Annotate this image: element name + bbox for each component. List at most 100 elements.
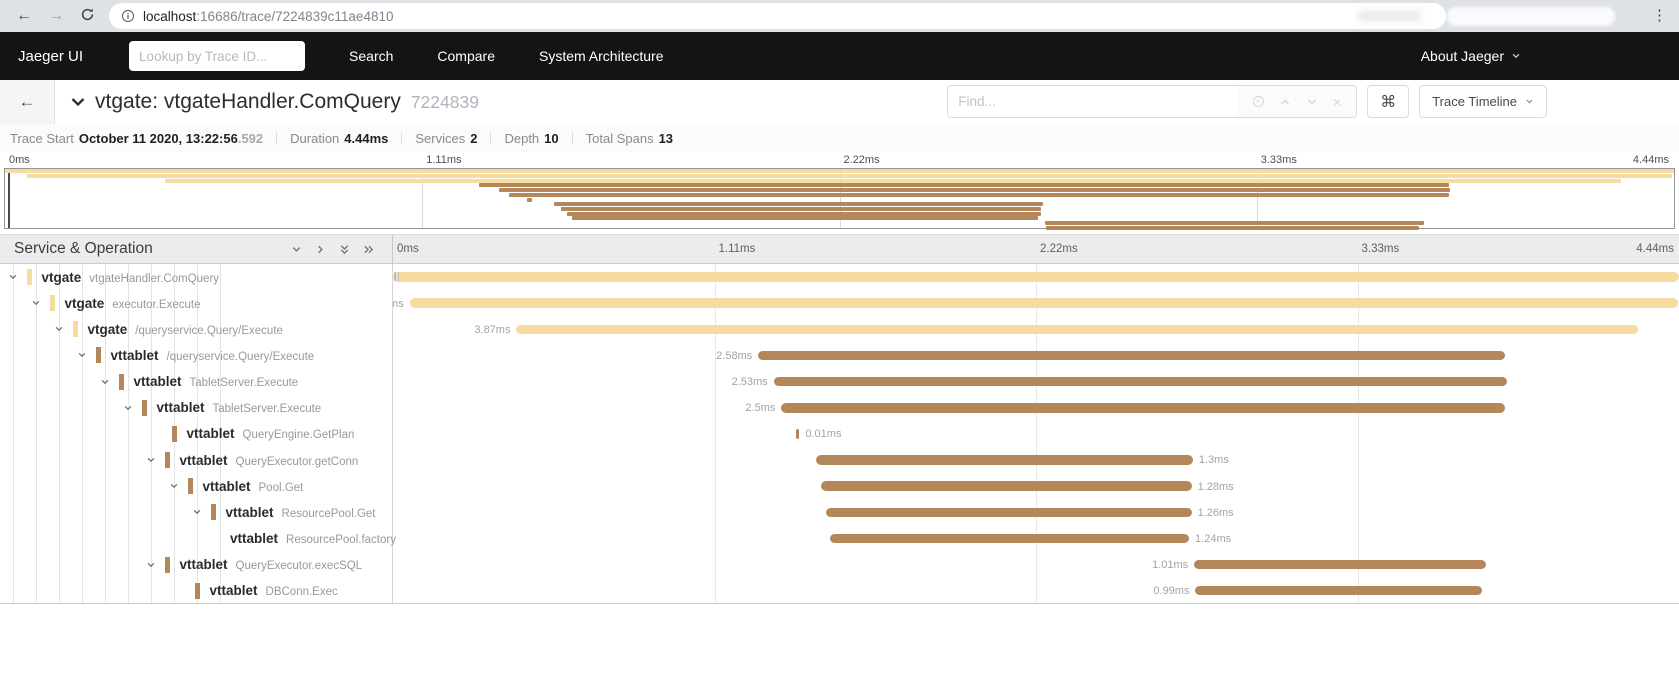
collapse-trace-chevron-icon[interactable] bbox=[70, 96, 86, 108]
about-jaeger-menu[interactable]: About Jaeger bbox=[1421, 48, 1521, 64]
span-tree-row[interactable]: vtgateexecutor.Execute bbox=[0, 290, 392, 316]
span-bar-row[interactable]: 0.01ms bbox=[393, 421, 1679, 447]
minimap-span-row bbox=[5, 225, 1674, 230]
summary-divider bbox=[276, 132, 277, 145]
span-duration-bar[interactable] bbox=[1195, 586, 1482, 596]
find-nav-icons: × bbox=[1238, 86, 1356, 117]
trace-view-selector[interactable]: Trace Timeline bbox=[1419, 85, 1547, 118]
browser-reload-icon[interactable] bbox=[80, 7, 95, 26]
span-duration-bar[interactable] bbox=[816, 455, 1193, 465]
browser-forward-icon[interactable]: → bbox=[48, 8, 64, 24]
span-duration-bar[interactable] bbox=[393, 272, 1679, 282]
nav-link-system-architecture[interactable]: System Architecture bbox=[539, 48, 664, 64]
span-tree-row[interactable]: vttabletQueryExecutor.execSQL bbox=[0, 552, 392, 578]
span-operation-name: QueryExecutor.getConn bbox=[236, 456, 359, 468]
span-service-name: vttabletQueryExecutor.getConn bbox=[180, 453, 359, 468]
span-operation-name: QueryEngine.GetPlan bbox=[243, 429, 355, 441]
chevron-down-icon[interactable] bbox=[144, 560, 158, 570]
browser-back-icon[interactable]: ← bbox=[16, 8, 32, 24]
span-duration-bar[interactable] bbox=[826, 508, 1191, 518]
summary-value: 13 bbox=[659, 131, 673, 146]
span-operation-name: QueryExecutor.execSQL bbox=[236, 560, 363, 572]
span-duration-bar[interactable] bbox=[821, 481, 1191, 491]
chevron-down-icon[interactable] bbox=[121, 403, 135, 413]
address-bar[interactable]: localhost:16686/trace/7224839c11ae4810 bbox=[109, 3, 1446, 29]
span-bar-row[interactable]: 2.53ms bbox=[393, 369, 1679, 395]
span-duration-bar[interactable] bbox=[774, 377, 1507, 387]
chevron-down-icon[interactable] bbox=[29, 298, 43, 308]
span-bar-row[interactable]: ms bbox=[393, 290, 1679, 316]
tick-label: 2.22ms bbox=[1040, 243, 1078, 255]
next-match-icon[interactable] bbox=[1306, 96, 1318, 108]
service-color-swatch bbox=[50, 295, 55, 311]
info-icon[interactable] bbox=[121, 9, 135, 23]
span-bar-row[interactable]: 2.5ms bbox=[393, 395, 1679, 421]
column-resizer-handle[interactable] bbox=[394, 272, 399, 281]
span-operation-name: executor.Execute bbox=[112, 299, 200, 311]
service-color-swatch bbox=[119, 374, 124, 390]
span-tree-row[interactable]: vttabletTabletServer.Execute bbox=[0, 395, 392, 421]
expand-one-icon[interactable] bbox=[315, 244, 326, 255]
span-duration-label: 3.87ms bbox=[474, 324, 510, 336]
span-duration-bar[interactable] bbox=[796, 429, 800, 439]
trace-lookup-input[interactable] bbox=[129, 41, 305, 71]
span-operation-name: /queryservice.Query/Execute bbox=[135, 325, 283, 337]
span-tree-row[interactable]: vtgatevtgateHandler.ComQuery bbox=[0, 264, 392, 290]
nav-link-search[interactable]: Search bbox=[349, 48, 393, 64]
tick-label: 1.11ms bbox=[426, 154, 461, 166]
chevron-down-icon[interactable] bbox=[6, 272, 20, 282]
span-tree-row[interactable]: vttabletQueryEngine.GetPlan bbox=[0, 421, 392, 447]
span-tree-row[interactable]: vttabletDBConn.Exec bbox=[0, 578, 392, 604]
span-tree-row[interactable]: vttabletResourcePool.Get bbox=[0, 499, 392, 525]
browser-menu-icon[interactable]: ⋮ bbox=[1652, 6, 1667, 24]
jaeger-ui-brand[interactable]: Jaeger UI bbox=[18, 48, 83, 65]
find-input[interactable] bbox=[948, 86, 1238, 117]
clear-find-icon[interactable]: × bbox=[1333, 94, 1341, 110]
back-button[interactable]: ← bbox=[0, 80, 55, 124]
keyboard-shortcuts-button[interactable]: ⌘ bbox=[1367, 85, 1409, 118]
span-bar-row[interactable]: 0.99ms bbox=[393, 578, 1679, 603]
chevron-down-icon[interactable] bbox=[52, 324, 66, 334]
prev-match-icon[interactable] bbox=[1279, 96, 1291, 108]
chevron-down-icon[interactable] bbox=[190, 507, 204, 517]
span-bar-row[interactable]: 1.24ms bbox=[393, 525, 1679, 551]
span-bar-row[interactable] bbox=[393, 264, 1679, 290]
jaeger-trace-page: ← → localhost:16686/trace/7224839c11ae48… bbox=[0, 0, 1679, 676]
collapse-all-icon[interactable] bbox=[339, 244, 350, 255]
span-tree-row[interactable]: vttabletResourcePool.factory bbox=[0, 525, 392, 551]
span-duration-label: 0.01ms bbox=[805, 428, 841, 440]
span-duration-bar[interactable] bbox=[410, 298, 1678, 308]
expand-all-icon[interactable] bbox=[363, 244, 374, 255]
tick-label: 4.44ms bbox=[1633, 154, 1669, 166]
span-duration-bar[interactable] bbox=[830, 534, 1189, 544]
span-duration-label: 2.53ms bbox=[732, 376, 768, 388]
span-duration-label: 0.99ms bbox=[1153, 585, 1189, 597]
span-tree-row[interactable]: vtgate/queryservice.Query/Execute bbox=[0, 316, 392, 342]
minimap-span-bar bbox=[1046, 226, 1418, 230]
span-duration-bar[interactable] bbox=[758, 351, 1505, 361]
span-tree-row[interactable]: vttablet/queryservice.Query/Execute bbox=[0, 342, 392, 368]
chevron-down-icon[interactable] bbox=[144, 455, 158, 465]
span-bar-row[interactable]: 3.87ms bbox=[393, 316, 1679, 342]
span-duration-bar[interactable] bbox=[516, 325, 1637, 335]
tick-label: 2.22ms bbox=[844, 154, 880, 166]
span-duration-bar[interactable] bbox=[781, 403, 1505, 413]
span-bar-row[interactable]: 2.58ms bbox=[393, 342, 1679, 368]
span-bar-row[interactable]: 1.3ms bbox=[393, 447, 1679, 473]
span-tree-row[interactable]: vttabletTabletServer.Execute bbox=[0, 369, 392, 395]
focus-match-icon[interactable] bbox=[1253, 96, 1264, 107]
span-bar-row[interactable]: 1.01ms bbox=[393, 552, 1679, 578]
span-service-name: vttabletPool.Get bbox=[203, 479, 304, 494]
span-bar-row[interactable]: 1.28ms bbox=[393, 473, 1679, 499]
span-bar-row[interactable]: 1.26ms bbox=[393, 499, 1679, 525]
timeline-minimap[interactable] bbox=[4, 168, 1675, 229]
collapse-one-icon[interactable] bbox=[291, 244, 302, 255]
span-duration-bar[interactable] bbox=[1194, 560, 1486, 570]
span-tree-row[interactable]: vttabletPool.Get bbox=[0, 473, 392, 499]
chevron-down-icon[interactable] bbox=[98, 377, 112, 387]
chevron-down-icon[interactable] bbox=[75, 350, 89, 360]
span-tree-row[interactable]: vttabletQueryExecutor.getConn bbox=[0, 447, 392, 473]
span-service-name: vtgate/queryservice.Query/Execute bbox=[88, 322, 283, 337]
chevron-down-icon[interactable] bbox=[167, 481, 181, 491]
nav-link-compare[interactable]: Compare bbox=[437, 48, 495, 64]
